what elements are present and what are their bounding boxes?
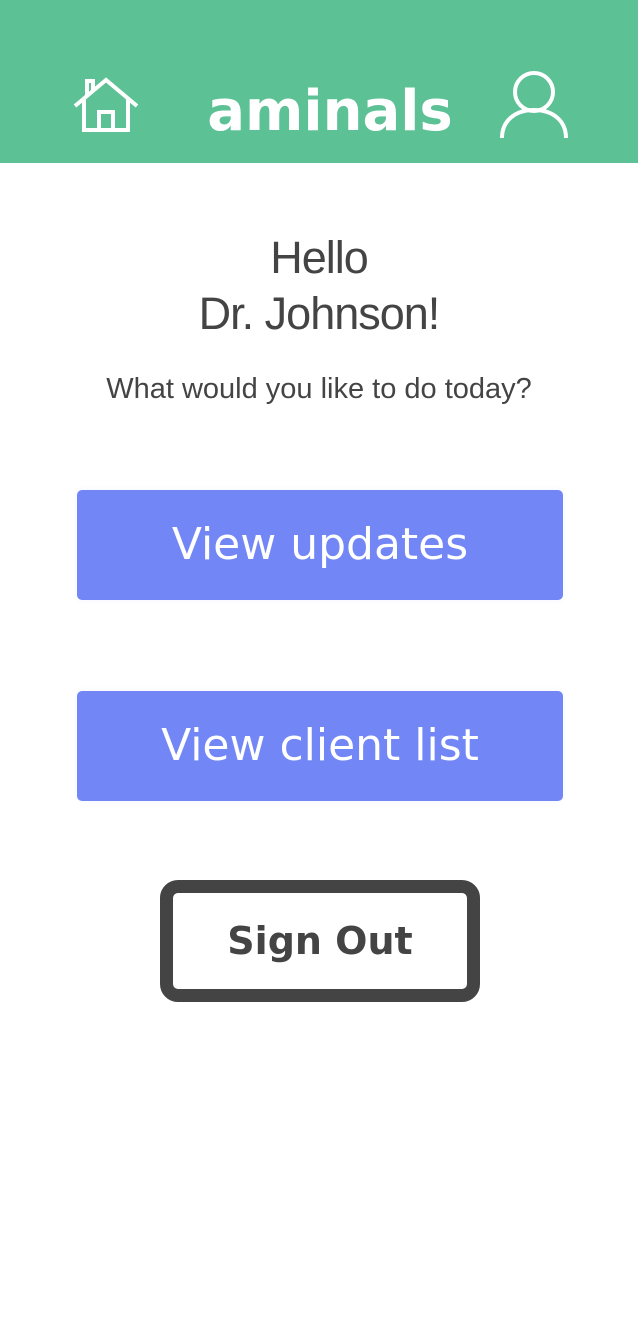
greeting: Hello Dr. Johnson!	[0, 230, 638, 342]
profile-button[interactable]	[498, 70, 570, 140]
user-icon	[500, 71, 568, 139]
app-header: aminals	[0, 0, 638, 163]
view-updates-button[interactable]: View updates	[77, 490, 563, 600]
sign-out-button[interactable]: Sign Out	[160, 880, 480, 1002]
greeting-line-hello: Hello	[270, 232, 369, 283]
prompt-text: What would you like to do today?	[106, 373, 532, 405]
home-icon	[73, 77, 139, 132]
app-brand: aminals	[207, 79, 453, 144]
view-client-list-button[interactable]: View client list	[77, 691, 563, 801]
home-button[interactable]	[72, 76, 140, 134]
greeting-line-name: Dr. Johnson!	[198, 288, 441, 339]
